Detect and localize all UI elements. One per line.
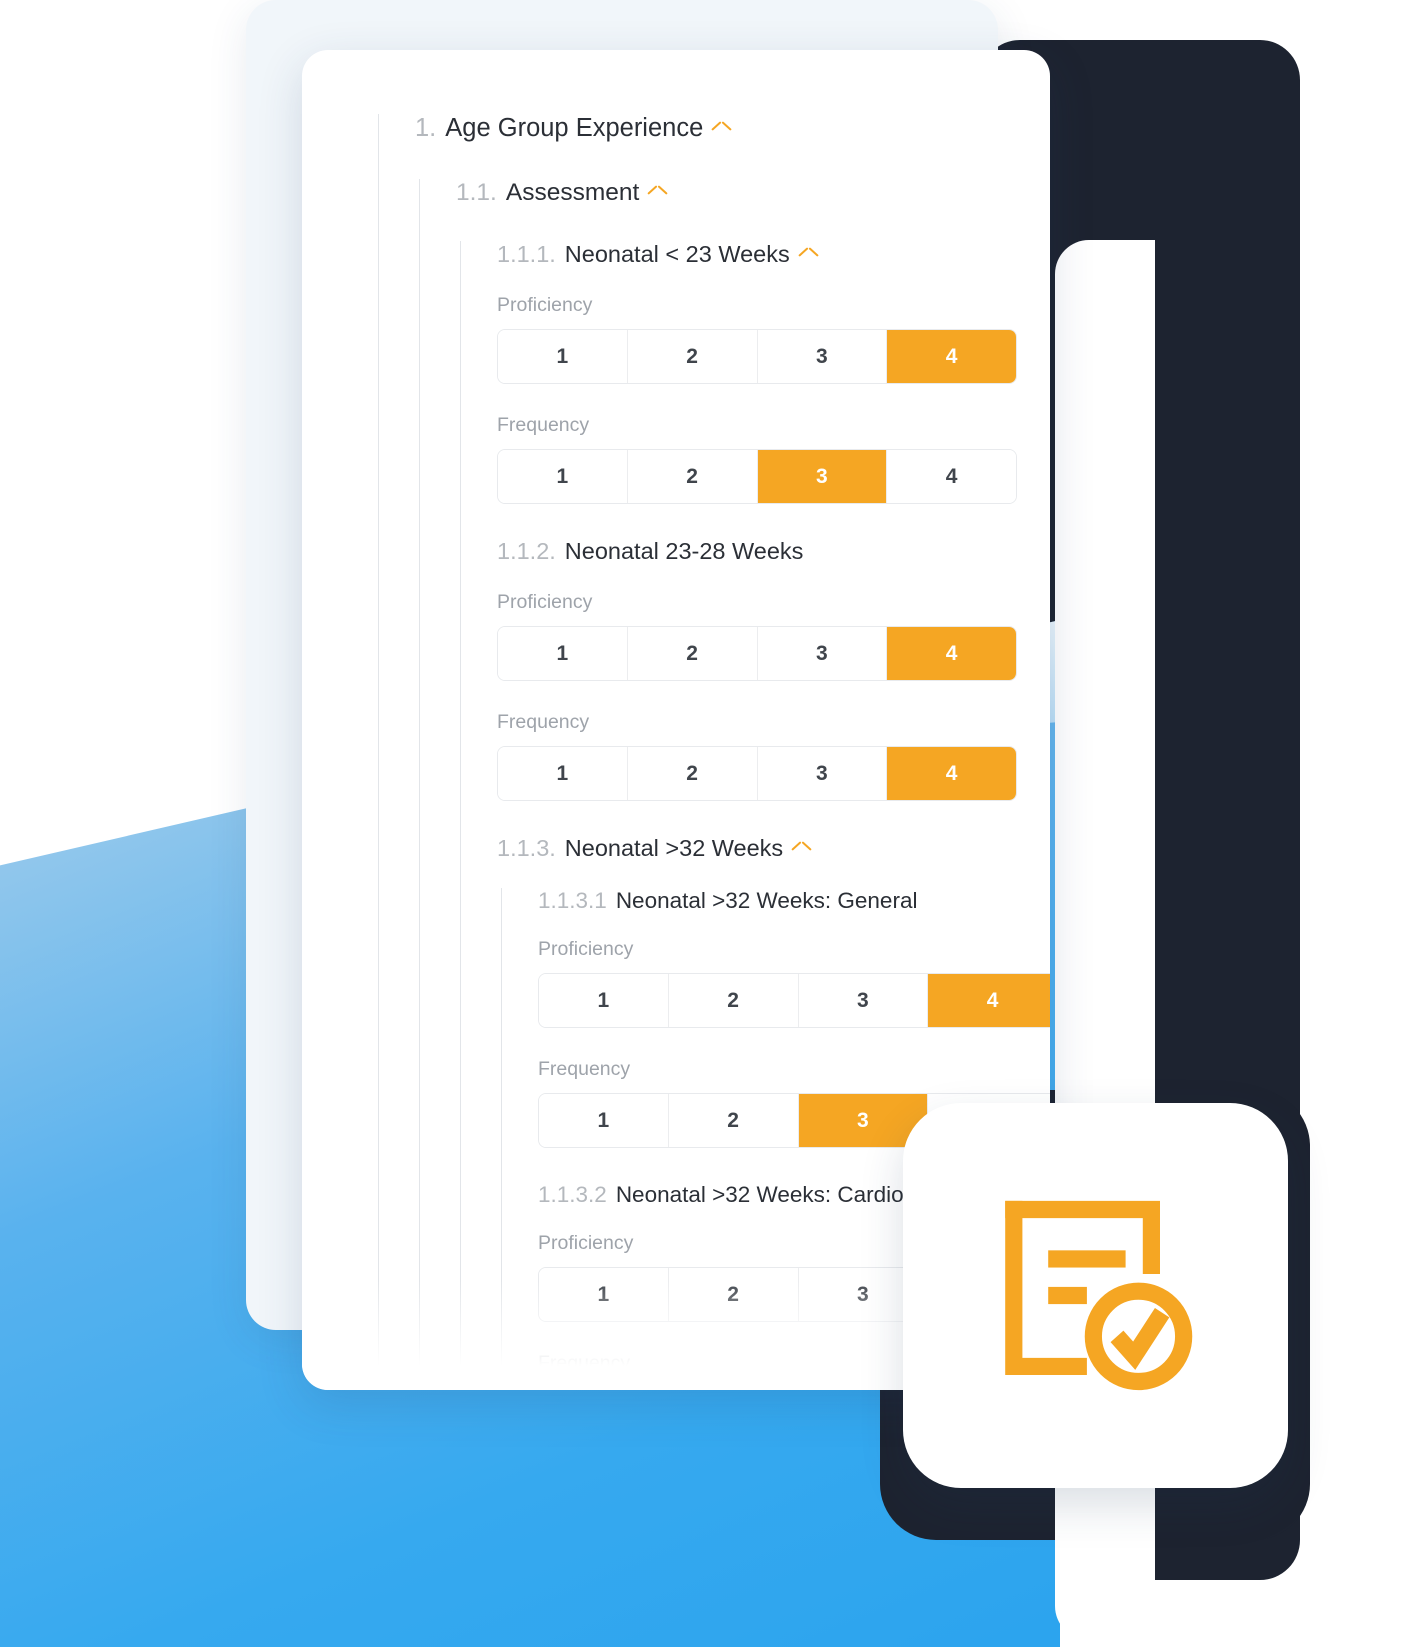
item-title: Neonatal >32 Weeks	[564, 835, 784, 861]
rating-option-1[interactable]: 1	[539, 1268, 669, 1321]
rating-option-1[interactable]: 1	[498, 747, 628, 800]
rating-option-2[interactable]: 2	[668, 974, 799, 1027]
rating-option-4[interactable]: 4	[928, 974, 1050, 1027]
item-number: 1.1.1.	[497, 241, 556, 267]
rating-option-2[interactable]: 2	[668, 1094, 799, 1147]
rating-option-3[interactable]: 3	[757, 747, 888, 800]
document-check-icon	[1005, 1200, 1193, 1391]
chevron-up-icon[interactable]	[712, 123, 731, 135]
chevron-up-icon[interactable]	[792, 843, 811, 855]
item-header[interactable]: 1.1.2. Neonatal 23-28 Weeks	[497, 538, 1050, 565]
sub-item-number: 1.1.3.2	[538, 1182, 607, 1207]
section-title: Age Group Experience	[445, 114, 704, 142]
rating-option-1[interactable]: 1	[498, 450, 628, 503]
rating-option-4[interactable]: 4	[887, 747, 1016, 800]
document-check-badge	[903, 1103, 1288, 1488]
rating-proficiency[interactable]: 1 2 3 4	[497, 329, 1017, 384]
rating-option-3[interactable]: 3	[757, 450, 888, 503]
item-title: Neonatal < 23 Weeks	[564, 241, 790, 267]
section-title: Assessment	[505, 179, 640, 206]
section-number: 1.1.	[456, 179, 497, 206]
rating-option-1[interactable]: 1	[539, 1388, 669, 1390]
rating-option-4[interactable]: 4	[887, 450, 1016, 503]
section-header-1[interactable]: 1. Age Group Experience	[415, 114, 1050, 143]
field-label-proficiency: Proficiency	[497, 591, 593, 613]
item-neonatal-lt-23-weeks: 1.1.1. Neonatal < 23 Weeks Proficiency 1…	[497, 241, 1050, 504]
rating-option-2[interactable]: 2	[627, 450, 758, 503]
rating-option-3[interactable]: 3	[757, 627, 888, 680]
sub-item-header[interactable]: 1.1.3.1 Neonatal >32 Weeks: General	[538, 888, 1050, 914]
rating-option-4[interactable]: 4	[887, 627, 1016, 680]
rating-option-3[interactable]: 3	[798, 974, 929, 1027]
rating-frequency[interactable]: 1 2 3 4	[497, 449, 1017, 504]
field-label-proficiency: Proficiency	[497, 294, 593, 316]
rating-option-1[interactable]: 1	[498, 627, 628, 680]
rating-option-4[interactable]: 4	[887, 330, 1016, 383]
item-header[interactable]: 1.1.1. Neonatal < 23 Weeks	[497, 241, 1050, 268]
rating-option-3[interactable]: 3	[757, 330, 888, 383]
chevron-up-icon[interactable]	[648, 187, 667, 199]
rating-option-2[interactable]: 2	[668, 1268, 799, 1321]
field-label-frequency: Frequency	[497, 711, 590, 733]
item-number: 1.1.2.	[497, 538, 556, 564]
rating-option-2[interactable]: 2	[627, 627, 758, 680]
rating-option-2[interactable]: 2	[627, 747, 758, 800]
sub-item-number: 1.1.3.1	[538, 888, 607, 913]
rating-frequency[interactable]: 1 2 3 4	[497, 746, 1017, 801]
screenshot-stage: 1. Age Group Experience 1.1. Assessment	[0, 0, 1401, 1647]
sub-item-title: Neonatal >32 Weeks: General	[615, 888, 918, 913]
section-header-1-1[interactable]: 1.1. Assessment	[456, 179, 1050, 207]
item-neonatal-23-28-weeks: 1.1.2. Neonatal 23-28 Weeks Proficiency …	[497, 538, 1050, 801]
rating-option-2[interactable]: 2	[668, 1388, 799, 1390]
field-label-frequency: Frequency	[538, 1058, 631, 1080]
field-label-frequency: Frequency	[497, 414, 590, 436]
rating-option-1[interactable]: 1	[498, 330, 628, 383]
rating-option-1[interactable]: 1	[539, 974, 669, 1027]
item-title: Neonatal 23-28 Weeks	[564, 538, 804, 564]
item-header[interactable]: 1.1.3. Neonatal >32 Weeks	[497, 835, 1050, 862]
rating-proficiency[interactable]: 1 2 3 4	[497, 626, 1017, 681]
field-label-proficiency: Proficiency	[538, 938, 634, 960]
item-number: 1.1.3.	[497, 835, 556, 861]
section-number: 1.	[415, 114, 437, 142]
rating-option-1[interactable]: 1	[539, 1094, 669, 1147]
chevron-up-icon[interactable]	[799, 249, 818, 261]
rating-proficiency[interactable]: 1 2 3 4	[538, 973, 1050, 1028]
rating-option-2[interactable]: 2	[627, 330, 758, 383]
